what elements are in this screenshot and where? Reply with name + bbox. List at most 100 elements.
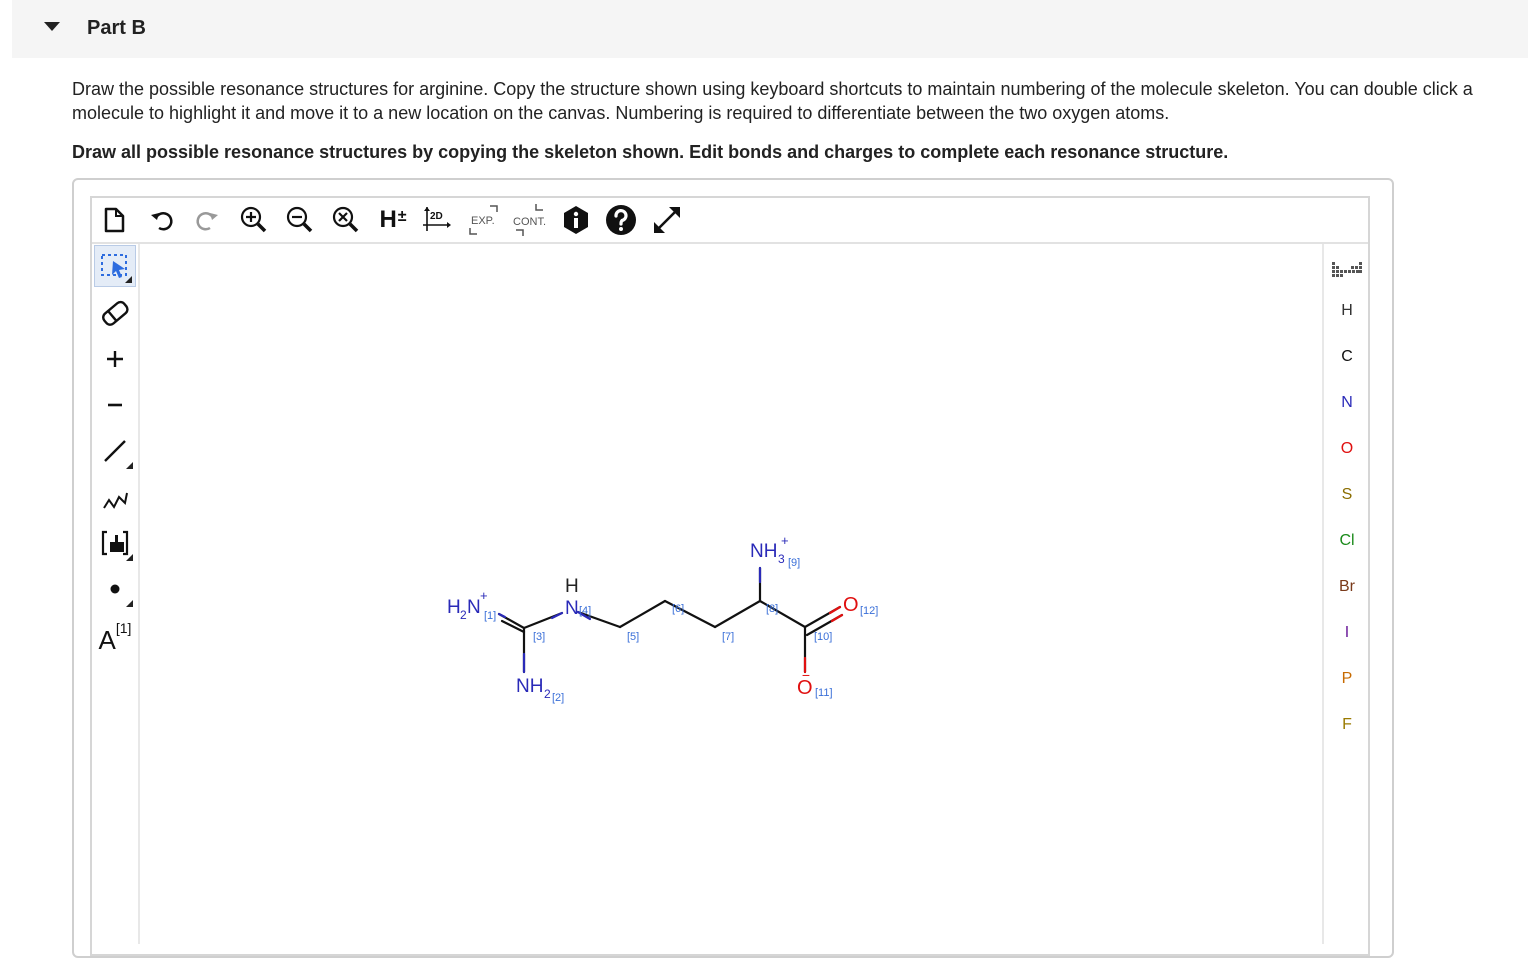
arginine-molecule[interactable]: H 2 N+[1]NH 2 [2][3]HN [4][5][6][7][8]NH 3+[9]…	[140, 244, 1320, 944]
new-document-button[interactable]	[96, 202, 132, 238]
radical-dot-icon	[110, 584, 120, 594]
part-title: Part B	[87, 17, 146, 39]
zoom-in-icon	[240, 206, 267, 233]
periodic-table-button[interactable]	[1324, 250, 1370, 290]
minus-charge-icon	[108, 403, 122, 407]
fullscreen-icon	[654, 207, 680, 233]
redo-icon	[196, 212, 218, 231]
chain-icon	[103, 492, 128, 509]
atom-n4-map: [4]	[579, 605, 591, 617]
zoom-out-icon	[286, 206, 313, 233]
radical-button[interactable]	[94, 568, 136, 610]
undo-icon	[151, 212, 173, 231]
element-button-p[interactable]: P	[1324, 659, 1370, 699]
zoom-reset-icon	[332, 206, 359, 233]
element-button-o[interactable]: O	[1324, 429, 1370, 469]
element-button-i[interactable]: I	[1324, 613, 1370, 653]
hydrogen-toggle-button[interactable]: H ±	[373, 202, 413, 238]
info-icon	[564, 206, 588, 234]
bond-c5-c6[interactable]	[618, 599, 667, 629]
single-bond-button[interactable]	[94, 430, 136, 472]
atom-c10-map: [10]	[814, 631, 832, 643]
template-button[interactable]	[94, 522, 136, 564]
tool-submenu-corner-icon	[126, 462, 133, 469]
element-button-n[interactable]: N	[1324, 383, 1370, 423]
fullscreen-button[interactable]	[649, 202, 685, 238]
atom-n4-symbol: N	[565, 598, 579, 619]
new-document-icon	[104, 207, 125, 233]
atom-n9-map: [9]	[788, 557, 800, 569]
atom-map-index: [1]	[115, 620, 132, 636]
atom-n1-h: H	[447, 597, 461, 618]
atom-c7-map: [7]	[722, 631, 734, 643]
periodic-table-icon	[1332, 262, 1362, 277]
atom-o11-map: [11]	[815, 687, 833, 699]
element-button-c[interactable]: C	[1324, 337, 1370, 377]
expand-abbreviations-button[interactable]: EXP.	[464, 202, 504, 238]
atom-o12-symbol: O	[843, 594, 859, 616]
atom-n9-symbol: NH	[750, 541, 777, 562]
element-toolbar: H C N O S Cl Br I P F	[1322, 244, 1370, 944]
zoom-out-button[interactable]	[281, 202, 317, 238]
help-button[interactable]	[603, 202, 639, 238]
atom-n1-subscript: 2	[460, 608, 467, 622]
atom-n1-symbol: N	[467, 597, 481, 618]
zoom-reset-button[interactable]	[327, 202, 363, 238]
atom-n2-symbol: NH	[516, 676, 543, 697]
contract-icon: CONT.	[513, 204, 546, 236]
atom-n4-hydrogen: H	[565, 576, 579, 597]
increase-charge-button[interactable]	[94, 338, 136, 380]
atom-c3-map: [3]	[533, 631, 545, 643]
eraser-icon	[102, 300, 129, 326]
bond-tip-o12[interactable]	[828, 605, 842, 615]
element-button-br[interactable]: Br	[1324, 567, 1370, 607]
bond-tip-n1[interactable]	[497, 612, 507, 619]
zoom-in-button[interactable]	[235, 202, 271, 238]
atom-n1-charge: +	[480, 588, 488, 603]
drawing-canvas[interactable]: H 2 N + [1] NH 2 [2] [3] H N [4] [5] [6] [7] [8] NH 3 + [9]…	[140, 244, 1320, 944]
atom-c8-map: [8]	[766, 603, 778, 615]
element-button-s[interactable]: S	[1324, 475, 1370, 515]
atom-n2-subscript: 2	[544, 687, 551, 701]
atom-map-button[interactable]: A [1]	[94, 614, 136, 656]
instructions-text: Draw the possible resonance structures f…	[72, 79, 1473, 123]
info-button[interactable]	[558, 202, 594, 238]
element-button-f[interactable]: F	[1324, 705, 1370, 745]
atom-n9-charge: +	[781, 533, 789, 548]
select-tool-button[interactable]	[94, 245, 136, 287]
help-icon	[606, 205, 636, 235]
top-toolbar: H ± 2D EXP. CONT.	[92, 198, 1368, 244]
plus-charge-icon	[107, 351, 123, 367]
tool-submenu-corner-icon	[126, 554, 133, 561]
hydrogen-toggle-sign: ±	[397, 208, 407, 225]
contract-label: CONT.	[513, 216, 546, 228]
part-header[interactable]: Part B	[12, 0, 1528, 58]
atom-o11-charge: −	[802, 667, 810, 683]
atom-c5-map: [5]	[627, 631, 639, 643]
left-toolbar: A [1]	[92, 244, 140, 944]
atom-map-letter: A	[98, 624, 116, 655]
atom-n2-map: [2]	[552, 692, 564, 704]
chain-tool-button[interactable]	[94, 476, 136, 518]
bond-c7-c8[interactable]	[713, 599, 762, 629]
element-button-h[interactable]: H	[1324, 291, 1370, 331]
bond-tip-o12b[interactable]	[830, 613, 844, 623]
contract-abbreviations-button[interactable]: CONT.	[508, 202, 552, 238]
tool-submenu-corner-icon	[125, 276, 132, 283]
undo-button[interactable]	[144, 202, 180, 238]
eraser-button[interactable]	[94, 292, 136, 334]
decrease-charge-button[interactable]	[94, 384, 136, 426]
clean-2d-button[interactable]: 2D	[420, 202, 456, 238]
collapse-caret-icon[interactable]	[44, 22, 60, 31]
expand-label: EXP.	[471, 215, 495, 227]
tool-submenu-corner-icon	[126, 600, 133, 607]
redo-button[interactable]	[189, 202, 225, 238]
instructions-bold: Draw all possible resonance structures b…	[72, 142, 1229, 162]
expand-icon: EXP.	[469, 205, 498, 235]
atom-c6-map: [6]	[672, 603, 684, 615]
hydrogen-toggle-label: H	[379, 206, 397, 233]
element-button-cl[interactable]: Cl	[1324, 521, 1370, 561]
clean-2d-label: 2D	[430, 211, 443, 222]
atom-o12-map: [12]	[860, 605, 878, 617]
atom-n1-map: [1]	[484, 610, 496, 622]
